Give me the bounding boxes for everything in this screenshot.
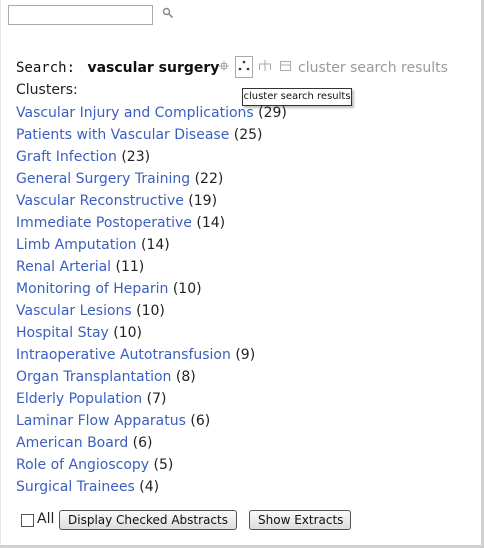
- tooltip: cluster search results: [242, 88, 352, 106]
- cluster-link[interactable]: Vascular Reconstructive: [16, 193, 184, 209]
- cluster-count: (10): [136, 303, 165, 319]
- cluster-count: (5): [153, 457, 174, 473]
- list-item: Patients with Vascular Disease (25): [16, 125, 287, 147]
- cluster-count: (23): [121, 149, 151, 165]
- cluster-link[interactable]: Vascular Lesions: [16, 303, 132, 319]
- display-checked-abstracts-button[interactable]: Display Checked Abstracts: [59, 510, 237, 530]
- cluster-link[interactable]: Monitoring of Heparin: [16, 281, 168, 297]
- cluster-count: (25): [233, 127, 263, 143]
- list-item: Immediate Postoperative (14): [16, 213, 287, 235]
- cluster-link[interactable]: Hospital Stay: [16, 325, 109, 341]
- select-all-checkbox[interactable]: [21, 514, 34, 527]
- cluster-count: (4): [139, 479, 160, 495]
- dots-icon[interactable]: [235, 56, 253, 82]
- list-item: Vascular Lesions (10): [16, 301, 287, 323]
- cluster-count: (7): [146, 391, 167, 407]
- cluster-link[interactable]: Surgical Trainees: [16, 479, 135, 495]
- list-item: Organ Transplantation (8): [16, 367, 287, 389]
- cluster-link[interactable]: Vascular Injury and Complications: [16, 105, 254, 121]
- list-item: Role of Angioscopy (5): [16, 455, 287, 477]
- cluster-link[interactable]: Limb Amputation: [16, 237, 137, 253]
- list-item: Laminar Flow Apparatus (6): [16, 411, 287, 433]
- show-extracts-button[interactable]: Show Extracts: [249, 510, 351, 530]
- cluster-count: (10): [113, 325, 143, 341]
- list-item: Renal Arterial (11): [16, 257, 287, 279]
- cluster-link[interactable]: Role of Angioscopy: [16, 457, 149, 473]
- cluster-link[interactable]: Organ Transplantation: [16, 369, 171, 385]
- list-item: Hospital Stay (10): [16, 323, 287, 345]
- list-item: Vascular Injury and Complications (29): [16, 103, 287, 125]
- list-item: Intraoperative Autotransfusion (9): [16, 345, 287, 367]
- cluster-count: (22): [194, 171, 224, 187]
- window-left-border: [0, 0, 1, 548]
- cluster-link[interactable]: Renal Arterial: [16, 259, 111, 275]
- cluster-count: (14): [140, 237, 170, 253]
- tree-icon[interactable]: [258, 59, 272, 76]
- cluster-link[interactable]: Graft Infection: [16, 149, 117, 165]
- cluster-count: (10): [172, 281, 202, 297]
- list-item: Vascular Reconstructive (19): [16, 191, 287, 213]
- cluster-link[interactable]: Intraoperative Autotransfusion: [16, 347, 231, 363]
- list-item: Elderly Population (7): [16, 389, 287, 411]
- list-item: American Board (6): [16, 433, 287, 455]
- cluster-count: (19): [188, 193, 218, 209]
- cluster-link[interactable]: Patients with Vascular Disease: [16, 127, 229, 143]
- clusters-heading: Clusters:: [16, 82, 78, 98]
- cluster-link[interactable]: Elderly Population: [16, 391, 142, 407]
- cluster-link[interactable]: General Surgery Training: [16, 171, 190, 187]
- list-item: Surgical Trainees (4): [16, 477, 287, 499]
- search-input[interactable]: [8, 5, 153, 25]
- search-summary: Search: vascular surgery: [16, 60, 219, 80]
- select-all-label: All: [37, 511, 55, 527]
- cluster-count: (6): [190, 413, 211, 429]
- cluster-search-results-link[interactable]: cluster search results: [298, 60, 448, 76]
- cluster-link[interactable]: American Board: [16, 435, 128, 451]
- window-icon[interactable]: [279, 60, 292, 76]
- move-icon[interactable]: [218, 60, 230, 76]
- cluster-count: (9): [235, 347, 256, 363]
- cluster-link[interactable]: Immediate Postoperative: [16, 215, 192, 231]
- list-item: Graft Infection (23): [16, 147, 287, 169]
- cluster-count: (11): [115, 259, 145, 275]
- list-item: Limb Amputation (14): [16, 235, 287, 257]
- cluster-count: (14): [196, 215, 226, 231]
- cluster-link[interactable]: Laminar Flow Apparatus: [16, 413, 186, 429]
- cluster-count: (8): [175, 369, 196, 385]
- search-go-icon[interactable]: [162, 7, 174, 19]
- cluster-count: (6): [132, 435, 153, 451]
- list-item: General Surgery Training (22): [16, 169, 287, 191]
- cluster-list: Vascular Injury and Complications (29) P…: [16, 103, 287, 499]
- search-query: vascular surgery: [87, 60, 220, 76]
- cluster-count: (29): [258, 105, 287, 121]
- list-item: Monitoring of Heparin (10): [16, 279, 287, 301]
- search-label: Search:: [16, 60, 76, 76]
